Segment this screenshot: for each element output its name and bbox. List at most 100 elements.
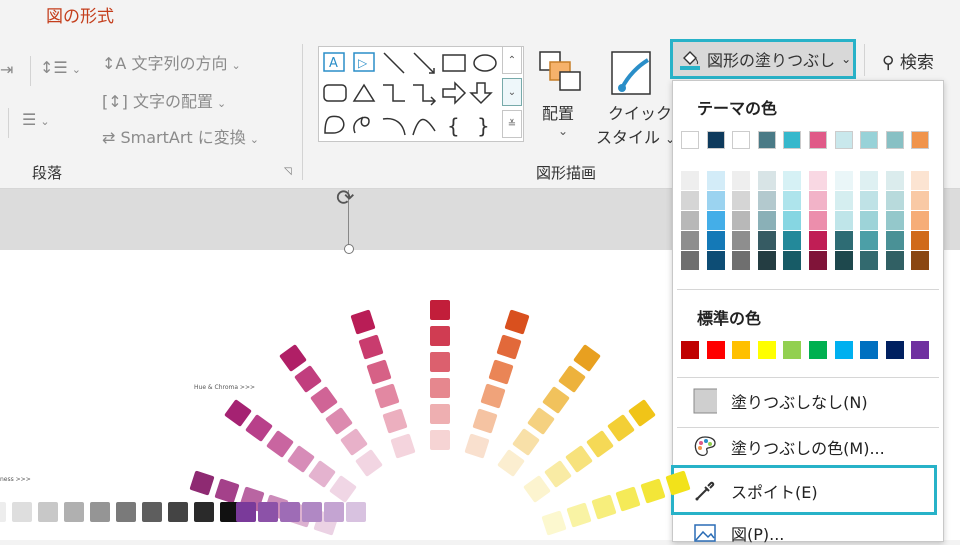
theme-shade-swatch[interactable] [834, 251, 853, 270]
theme-shade-swatch[interactable] [834, 211, 853, 230]
color-swatch [116, 502, 136, 522]
theme-shade-swatch[interactable] [757, 251, 776, 270]
theme-shade-swatch[interactable] [809, 191, 827, 210]
convert-smartart-button[interactable]: ⇄ SmartArt に変換 ⌄ [102, 124, 259, 148]
standard-color-swatch[interactable] [681, 341, 699, 359]
theme-color-swatch[interactable] [885, 131, 904, 149]
gallery-scroll-down-button[interactable]: ⌄ [502, 78, 522, 106]
theme-color-swatch[interactable] [757, 131, 776, 149]
theme-shade-swatch[interactable] [706, 191, 725, 210]
standard-color-swatch[interactable] [860, 341, 879, 359]
standard-color-swatch[interactable] [732, 341, 751, 359]
theme-shade-swatch[interactable] [706, 231, 725, 250]
theme-shade-swatch[interactable] [706, 251, 725, 270]
theme-shade-swatch[interactable] [911, 231, 930, 250]
theme-shade-swatch[interactable] [681, 231, 699, 250]
no-fill-item[interactable]: 塗りつぶしなし(N) [693, 388, 868, 414]
eyedropper-item[interactable]: スポイト(E) [693, 479, 818, 503]
theme-shade-swatch[interactable] [732, 211, 751, 230]
more-fill-colors-item[interactable]: 塗りつぶしの色(M)... [693, 435, 885, 459]
dialog-launcher-icon[interactable]: ◹ [284, 166, 292, 177]
theme-shade-swatch[interactable] [834, 191, 853, 210]
theme-shade-swatch[interactable] [706, 171, 725, 190]
standard-color-swatch[interactable] [911, 341, 930, 359]
theme-shade-swatch[interactable] [732, 251, 751, 270]
standard-color-swatch[interactable] [706, 341, 725, 359]
theme-shade-swatch[interactable] [681, 211, 699, 230]
quick-style-line1[interactable]: クイック [608, 100, 672, 124]
theme-shade-swatch[interactable] [834, 171, 853, 190]
theme-color-swatch[interactable] [783, 131, 802, 149]
theme-shade-swatch[interactable] [809, 211, 827, 230]
chevron-down-icon: ⌄ [841, 52, 852, 66]
theme-color-swatch[interactable] [860, 131, 879, 149]
theme-shade-swatch[interactable] [757, 231, 776, 250]
align-text-button[interactable]: [↕] 文字の配置 ⌄ [102, 88, 226, 112]
gallery-more-button[interactable]: ≚ [502, 110, 522, 138]
shape-fill-button[interactable]: 図形の塗りつぶし ⌄ [670, 39, 856, 79]
theme-shade-swatch[interactable] [809, 231, 827, 250]
theme-shade-swatch[interactable] [732, 191, 751, 210]
theme-shade-swatch[interactable] [885, 211, 904, 230]
theme-shade-swatch[interactable] [860, 211, 879, 230]
theme-shade-swatch[interactable] [911, 251, 930, 270]
picture-fill-item[interactable]: 図(P)... [693, 521, 784, 545]
theme-shade-swatch[interactable] [757, 191, 776, 210]
theme-shade-swatch[interactable] [885, 171, 904, 190]
line-spacing-button[interactable]: ↕☰ ⌄ [40, 58, 81, 77]
theme-shade-swatch[interactable] [783, 191, 802, 210]
theme-shade-swatch[interactable] [860, 231, 879, 250]
theme-color-swatch[interactable] [732, 131, 751, 149]
theme-shade-swatch[interactable] [783, 231, 802, 250]
columns-button[interactable]: ☰ ⌄ [22, 110, 50, 129]
color-swatch [38, 502, 58, 522]
theme-shade-swatch[interactable] [732, 231, 751, 250]
theme-shade-swatch[interactable] [681, 191, 699, 210]
theme-shade-swatch[interactable] [834, 231, 853, 250]
theme-shade-swatch[interactable] [860, 191, 879, 210]
theme-shade-swatch[interactable] [911, 211, 930, 230]
standard-color-swatch[interactable] [885, 341, 904, 359]
theme-shade-swatch[interactable] [757, 171, 776, 190]
theme-shade-swatch[interactable] [681, 251, 699, 270]
color-swatch [430, 352, 450, 372]
tab-picture-format[interactable]: 図の形式 [46, 2, 114, 27]
theme-color-swatch[interactable] [706, 131, 725, 149]
theme-shade-swatch[interactable] [681, 171, 699, 190]
quick-style-button[interactable]: スタイル ⌄ [596, 124, 675, 148]
divider [677, 427, 939, 428]
search-button[interactable]: ⚲ 検索 [882, 48, 934, 73]
theme-shade-swatch[interactable] [860, 171, 879, 190]
theme-shade-swatch[interactable] [885, 251, 904, 270]
theme-shade-swatch[interactable] [783, 211, 802, 230]
theme-shade-swatch[interactable] [706, 211, 725, 230]
theme-shade-swatch[interactable] [809, 171, 827, 190]
text-direction-button[interactable]: ↕A 文字列の方向 ⌄ [102, 50, 241, 74]
rotate-handle-icon[interactable]: ⟳ [336, 186, 354, 211]
theme-shade-swatch[interactable] [809, 251, 827, 270]
standard-color-swatch[interactable] [809, 341, 827, 359]
theme-shade-swatch[interactable] [885, 191, 904, 210]
standard-color-swatch[interactable] [783, 341, 802, 359]
theme-color-swatch[interactable] [911, 131, 930, 149]
standard-color-swatch[interactable] [834, 341, 853, 359]
color-swatch [142, 502, 162, 522]
theme-shade-swatch[interactable] [757, 211, 776, 230]
theme-shade-swatch[interactable] [732, 171, 751, 190]
theme-color-swatch[interactable] [809, 131, 827, 149]
arrange-button[interactable]: 配置 [542, 100, 574, 124]
theme-shade-swatch[interactable] [783, 171, 802, 190]
gallery-scroll-up-button[interactable]: ⌃ [502, 46, 522, 74]
theme-shade-swatch[interactable] [885, 231, 904, 250]
theme-shade-swatch[interactable] [911, 191, 930, 210]
theme-shade-swatch[interactable] [911, 171, 930, 190]
resize-handle[interactable] [344, 244, 354, 254]
standard-color-swatch[interactable] [757, 341, 776, 359]
theme-color-swatch[interactable] [834, 131, 853, 149]
shapes-gallery-icons: A ▷ { } [323, 52, 497, 138]
theme-color-swatch[interactable] [681, 131, 699, 149]
indent-button[interactable]: ⇥ [0, 60, 13, 79]
theme-shade-swatch[interactable] [860, 251, 879, 270]
theme-shade-swatch[interactable] [783, 251, 802, 270]
color-swatch [280, 502, 300, 522]
